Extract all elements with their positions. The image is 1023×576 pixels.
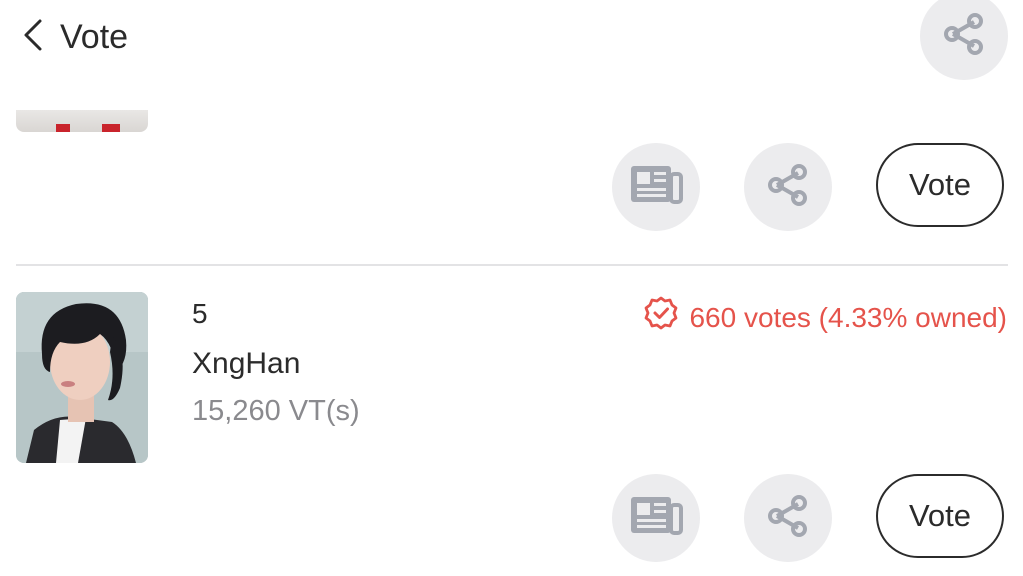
candidate-vt-count: 15,260 VT(s) (192, 395, 360, 427)
verified-badge-icon (643, 295, 689, 340)
news-button[interactable] (612, 474, 700, 562)
candidate-votes-text: 660 votes (4.33% owned) (689, 301, 1007, 333)
newspaper-icon (628, 494, 684, 543)
back-button[interactable] (18, 16, 46, 58)
previous-item-actions: Vote (0, 143, 1023, 233)
header-share-button[interactable] (920, 0, 1008, 80)
chevron-left-icon (18, 14, 46, 61)
share-icon (763, 160, 813, 215)
candidate-actions: Vote (0, 474, 1023, 564)
share-button[interactable] (744, 474, 832, 562)
news-button[interactable] (612, 143, 700, 231)
newspaper-icon (628, 163, 684, 212)
candidate-name: XngHan (192, 347, 301, 380)
page-title: Vote (60, 18, 129, 56)
candidate-votes-badge: 660 votes (4.33% owned) (643, 295, 1007, 340)
share-button[interactable] (744, 143, 832, 231)
list-divider (16, 264, 1008, 266)
previous-candidate-photo[interactable] (16, 110, 148, 132)
vote-button[interactable]: Vote (876, 474, 1004, 558)
candidate-rank: 5 (192, 298, 208, 329)
share-icon (763, 491, 813, 546)
candidate-photo[interactable] (16, 292, 148, 463)
vote-page: Vote Vote 5 XngHan 15,260 VT(s) 660 vote… (0, 0, 1023, 576)
share-icon (939, 9, 989, 64)
vote-button[interactable]: Vote (876, 143, 1004, 227)
top-bar: Vote (0, 0, 1023, 80)
